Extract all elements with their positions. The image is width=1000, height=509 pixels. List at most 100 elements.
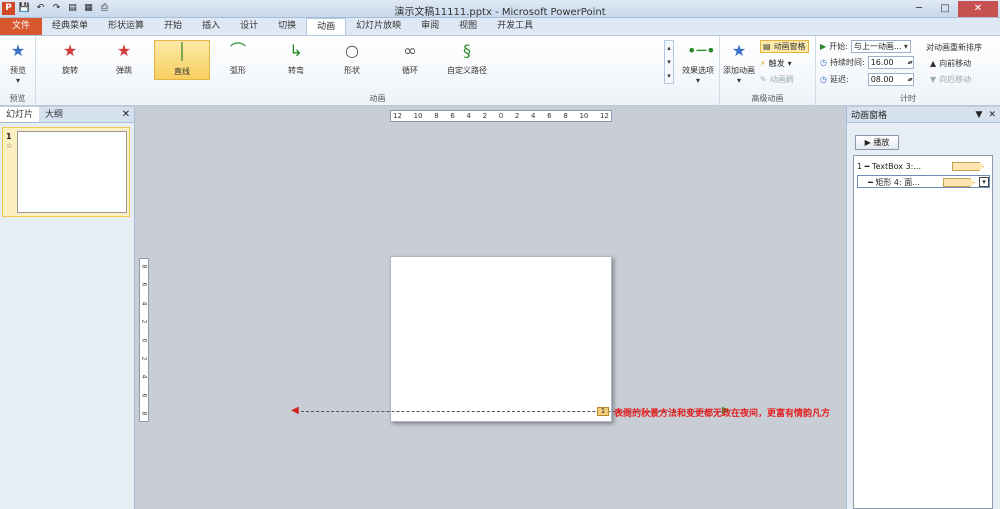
tab-slideshow[interactable]: 幻灯片放映: [346, 18, 411, 35]
duration-spinner[interactable]: 16.00: [867, 56, 914, 69]
loop-path-icon: ∞: [403, 41, 417, 60]
start-row: ▶ 开始: 与上一动画...: [820, 40, 911, 53]
tab-home[interactable]: 开始: [154, 18, 192, 35]
tab-file[interactable]: 文件: [0, 18, 43, 35]
animation-pane-icon: ▤: [763, 42, 771, 51]
play-button[interactable]: ▶ 播放: [855, 135, 899, 150]
animation-line[interactable]: │ 直线: [154, 40, 210, 80]
tab-classic-menu[interactable]: 经典菜单: [42, 18, 98, 35]
animation-group: ★ 旋转 ★ 弹跳 │ 直线 ⌒ 弧形 ↳ 转弯 ○ 形状 ∞ 循环 § 自定义: [36, 36, 720, 106]
ruler-tick: 10: [413, 112, 423, 120]
arc-path-icon: ⌒: [229, 41, 246, 60]
delay-spinner[interactable]: 08.00: [867, 73, 914, 86]
ruler-tick: 6: [450, 112, 455, 120]
close-icon[interactable]: ✕: [988, 110, 996, 120]
tab-slides[interactable]: 幻灯片: [0, 107, 40, 122]
chevron-down-icon[interactable]: ▼: [976, 110, 983, 120]
animation-order-tag[interactable]: 1: [597, 407, 609, 416]
tab-design[interactable]: 设计: [230, 18, 268, 35]
line-path-icon: │: [177, 42, 187, 61]
animation-pane-label: 动画窗格: [773, 42, 806, 51]
close-button[interactable]: ✕: [958, 1, 998, 17]
slide-text-box[interactable]: 表阁的秋景方法和变更都无政在夜间，更富有情韵凡方: [614, 406, 830, 419]
move-earlier-label: 向前移动: [939, 59, 972, 68]
ruler-tick: 8: [140, 264, 148, 269]
animation-spin[interactable]: ★ 旋转: [50, 40, 90, 80]
preview-button[interactable]: ★ 预览 ▾: [2, 40, 34, 85]
animation-item-label: 1 ━ TextBox 3:...: [857, 162, 921, 171]
animation-item[interactable]: 1 ━ TextBox 3:...: [857, 160, 990, 173]
ruler-tick: 4: [140, 301, 148, 306]
tab-developer[interactable]: 开发工具: [487, 18, 543, 35]
move-later-button[interactable]: ▼ 向后移动: [930, 74, 971, 85]
close-icon[interactable]: ✕: [118, 107, 134, 122]
turn-path-icon: ↳: [289, 41, 303, 60]
vertical-ruler: 8 6 4 2 0 2 4 6 8: [139, 258, 149, 422]
ruler-tick: 6: [140, 393, 148, 398]
gallery-scroll[interactable]: ▴ ▾ ▾: [664, 40, 674, 84]
animation-pane-title: 动画窗格: [851, 111, 888, 121]
animation-shape[interactable]: ○ 形状: [332, 40, 372, 80]
window-controls: ─ □ ✕: [906, 1, 998, 17]
spin-star-icon: ★: [62, 41, 78, 60]
ruler-tick: 12: [600, 112, 609, 120]
animation-pane-header: 动画窗格 ▼ ✕: [847, 107, 1000, 123]
reorder-title: 对动画重新排序: [926, 43, 982, 52]
animation-label: 直线: [174, 67, 190, 76]
tab-transitions[interactable]: 切换: [268, 18, 306, 35]
animation-turn[interactable]: ↳ 转弯: [276, 40, 316, 80]
ruler-tick: 8: [434, 112, 439, 120]
lightning-icon: ⚡: [760, 59, 766, 68]
animation-custom-path[interactable]: § 自定义路径: [442, 40, 492, 80]
animation-item-selected[interactable]: ━ 矩形 4: 面... ▾: [857, 175, 990, 188]
minimize-button[interactable]: ─: [906, 1, 932, 17]
animation-label: 自定义路径: [447, 66, 487, 75]
slides-panel: 幻灯片 大纲 ✕ 1 ☆: [0, 107, 135, 509]
maximize-button[interactable]: □: [932, 1, 958, 17]
ruler-tick: 2: [514, 112, 520, 120]
slide-thumbnail-1[interactable]: 1 ☆: [2, 127, 130, 217]
ruler-tick: 4: [531, 112, 536, 120]
effect-options-button[interactable]: •─• 效果选项 ▾: [678, 40, 718, 85]
animation-painter-button[interactable]: ✎ 动画刷: [760, 74, 794, 85]
preview-label: 预览: [10, 66, 26, 75]
triangle-up-icon: ▲: [930, 59, 937, 68]
animation-bounce[interactable]: ★ 弹跳: [104, 40, 144, 80]
chevron-down-icon: ▾: [695, 76, 700, 85]
animation-label: 转弯: [288, 66, 304, 75]
timeline-bar: [943, 178, 975, 187]
ruler-tick: 6: [140, 282, 148, 287]
tab-insert[interactable]: 插入: [192, 18, 230, 35]
bounce-star-icon: ★: [116, 41, 132, 60]
start-dropdown[interactable]: 与上一动画...: [850, 40, 911, 53]
tab-animations[interactable]: 动画: [306, 18, 347, 35]
animation-arc[interactable]: ⌒ 弧形: [218, 40, 258, 80]
effect-options-label: 效果选项: [682, 66, 714, 75]
tab-view[interactable]: 视图: [449, 18, 487, 35]
slide-thumbnail-image: [17, 131, 127, 213]
tab-shape-ops[interactable]: 形状运算: [98, 18, 154, 35]
ruler-tick: 10: [579, 112, 589, 120]
ribbon-tabs: 文件 经典菜单 形状运算 开始 插入 设计 切换 动画 幻灯片放映 审阅 视图 …: [0, 18, 1000, 36]
add-animation-icon: ★: [731, 41, 747, 60]
tab-outline[interactable]: 大纲: [39, 107, 69, 122]
preview-star-icon: ★: [10, 41, 26, 60]
timing-group: ▶ 开始: 与上一动画... ◷ 持续时间: 16.00 ◷ 延迟: 08.00…: [816, 36, 1000, 106]
effect-options-icon: •─•: [687, 41, 716, 60]
current-slide[interactable]: [390, 256, 612, 422]
add-animation-button[interactable]: ★ 添加动画 ▾: [722, 40, 756, 85]
item-dropdown-icon[interactable]: ▾: [979, 177, 989, 187]
animation-painter-label: 动画刷: [769, 75, 794, 84]
ribbon: ★ 预览▾ 预览 ★ 旋转 ★ 弹跳 │ 直线 ⌒ 弧形 ↳ 转弯 ○ 形状: [0, 36, 1000, 106]
clock-icon: ◷: [820, 58, 827, 67]
title-bar: P 💾 ↶ ↷ ▤ ▦ ⎙ 演示文稿11111.pptx - Microsoft…: [0, 0, 1000, 18]
tab-review[interactable]: 审阅: [411, 18, 449, 35]
animation-loop[interactable]: ∞ 循环: [390, 40, 430, 80]
move-later-label: 向后移动: [939, 75, 972, 84]
move-earlier-button[interactable]: ▲ 向前移动: [930, 58, 971, 69]
animation-pane-button[interactable]: ▤ 动画窗格: [760, 40, 809, 53]
chevron-down-icon: ▾: [15, 76, 20, 85]
ruler-tick: 4: [140, 374, 148, 379]
trigger-button[interactable]: ⚡ 触发 ▾: [760, 58, 792, 69]
path-end-marker-icon[interactable]: ◀: [291, 406, 301, 416]
